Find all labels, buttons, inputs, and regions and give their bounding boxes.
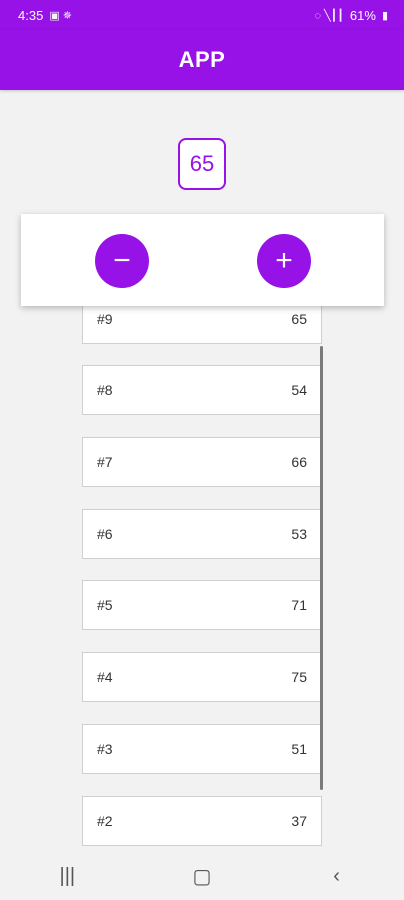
increment-button[interactable]: + bbox=[257, 234, 311, 288]
item-value: 54 bbox=[291, 382, 307, 398]
item-label: #4 bbox=[97, 669, 113, 685]
item-label: #6 bbox=[97, 526, 113, 542]
list-item[interactable]: #5 71 bbox=[82, 580, 322, 630]
counter-value: 65 bbox=[189, 151, 215, 176]
item-value: 51 bbox=[291, 741, 307, 757]
item-value: 65 bbox=[291, 311, 307, 327]
list-item[interactable]: #2 37 bbox=[82, 796, 322, 846]
minus-icon: − bbox=[113, 244, 131, 277]
status-time: 4:35 bbox=[18, 7, 44, 23]
list-scrollbar[interactable] bbox=[320, 346, 323, 790]
item-label: #9 bbox=[97, 311, 113, 327]
system-nav-bar: ||| ▢ ‹ bbox=[0, 852, 404, 900]
item-label: #5 bbox=[97, 597, 113, 613]
back-icon[interactable]: ‹ bbox=[307, 865, 367, 888]
list-item[interactable]: #9 65 bbox=[82, 300, 322, 344]
item-value: 66 bbox=[291, 454, 307, 470]
status-bar: 4:35 ▣ ✵ ◌ ╲┃┃ 61% ▮ bbox=[0, 0, 404, 30]
decrement-button[interactable]: − bbox=[95, 234, 149, 288]
item-value: 37 bbox=[291, 813, 307, 829]
status-right: ◌ ╲┃┃ 61% ▮ bbox=[314, 8, 388, 23]
history-list[interactable]: #9 65 #8 54 #7 66 #6 53 #5 71 #4 75 #3 5… bbox=[0, 300, 404, 848]
signal-icons: ◌ ╲┃┃ bbox=[314, 9, 344, 22]
recents-icon[interactable]: ||| bbox=[37, 865, 97, 888]
item-value: 75 bbox=[291, 669, 307, 685]
list-item[interactable]: #4 75 bbox=[82, 652, 322, 702]
status-left: 4:35 ▣ ✵ bbox=[18, 8, 72, 23]
counter-display: 65 bbox=[178, 138, 226, 190]
app-bar: APP bbox=[0, 30, 404, 90]
home-icon[interactable]: ▢ bbox=[172, 864, 232, 889]
item-label: #3 bbox=[97, 741, 113, 757]
item-value: 53 bbox=[291, 526, 307, 542]
controls-card: − + bbox=[21, 214, 384, 306]
item-label: #2 bbox=[97, 813, 113, 829]
battery-icon: ▮ bbox=[381, 9, 388, 22]
item-value: 71 bbox=[291, 597, 307, 613]
list-item[interactable]: #3 51 bbox=[82, 724, 322, 774]
list-item[interactable]: #8 54 bbox=[82, 365, 322, 415]
item-label: #8 bbox=[97, 382, 113, 398]
plus-icon: + bbox=[275, 244, 293, 277]
app-title: APP bbox=[178, 47, 226, 72]
list-item[interactable]: #6 53 bbox=[82, 509, 322, 559]
notification-icons: ▣ ✵ bbox=[49, 9, 72, 22]
item-label: #7 bbox=[97, 454, 113, 470]
list-item[interactable]: #7 66 bbox=[82, 437, 322, 487]
battery-level: 61% bbox=[349, 7, 376, 23]
